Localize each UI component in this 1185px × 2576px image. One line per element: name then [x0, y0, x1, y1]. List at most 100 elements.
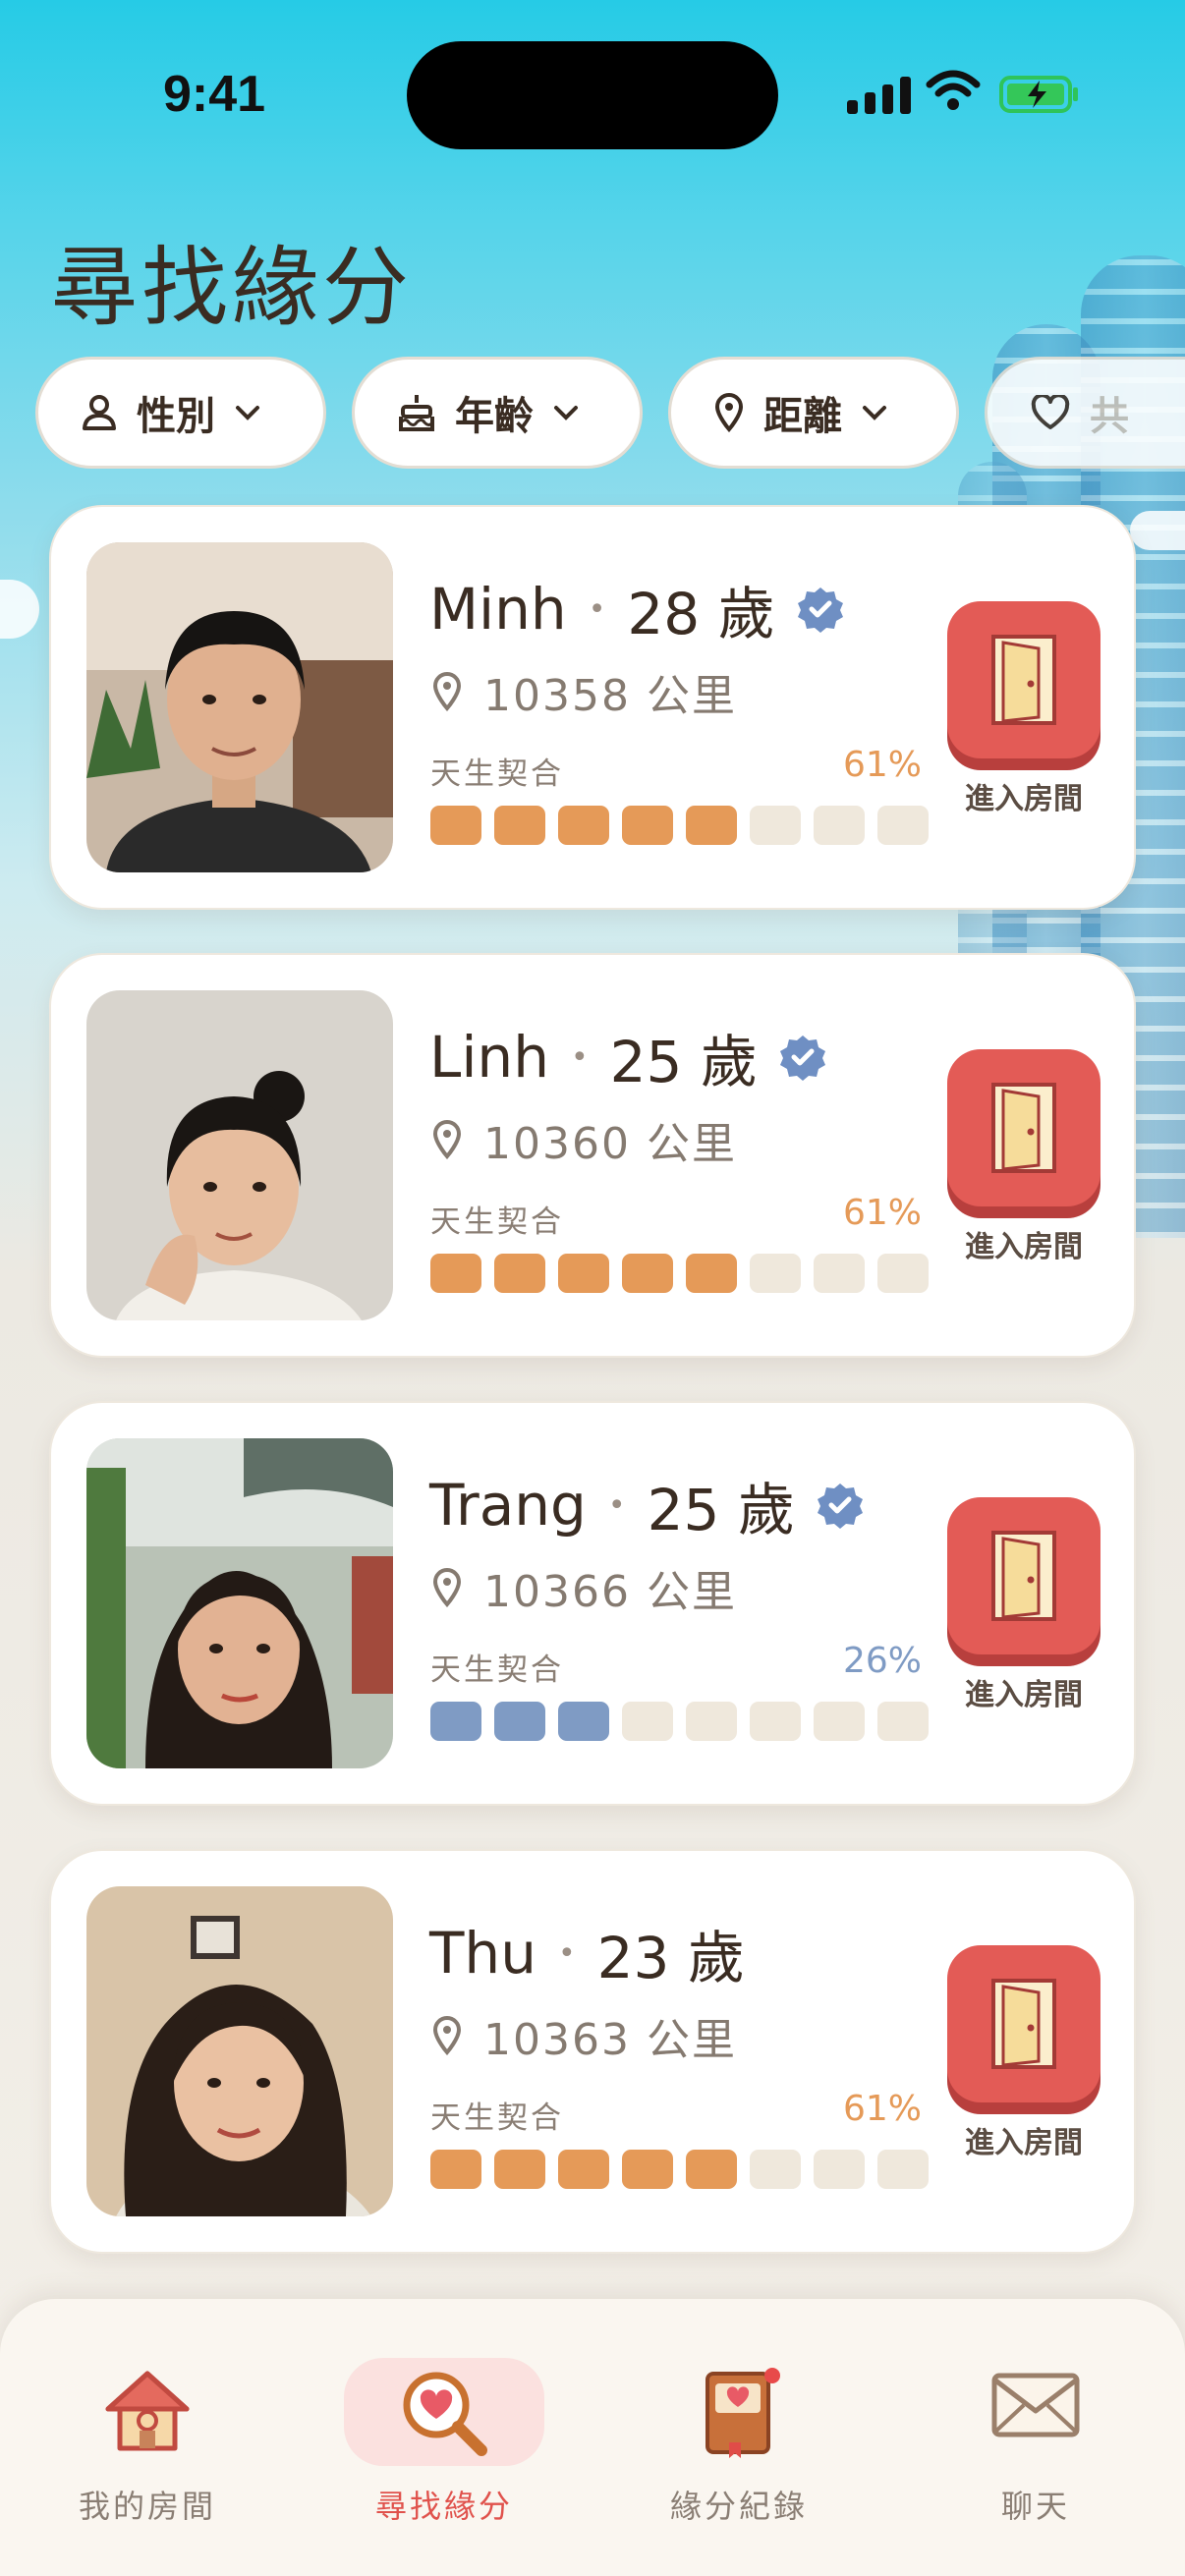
- enter-room-label: 進入房間: [965, 1678, 1083, 1712]
- meter-segment-empty: [750, 1254, 801, 1293]
- meter-segment-filled: [494, 1702, 545, 1741]
- door-icon: [991, 635, 1056, 725]
- meter-segment-filled: [430, 806, 481, 845]
- chevron-down-icon: [863, 406, 886, 420]
- location-pin-icon: [432, 2016, 462, 2055]
- chevron-down-icon: [236, 406, 259, 420]
- meter-segment-filled: [494, 806, 545, 845]
- page-title: 尋找緣分: [51, 237, 414, 338]
- profile-age: 28 歲: [627, 581, 775, 647]
- door-icon: [991, 1979, 1056, 2069]
- filter-distance-label: 距離: [763, 394, 842, 439]
- tab-chat[interactable]: 聊天: [888, 2299, 1183, 2576]
- distance-value: 10358 公里: [483, 671, 737, 721]
- profile-card[interactable]: Thu • 23 歲 10363 公里 天生契合 61% 進入房間: [49, 1849, 1136, 2254]
- distance-row: 10363 公里: [432, 2004, 737, 2067]
- location-pin-icon: [432, 1568, 462, 1607]
- status-time: 9:41: [163, 66, 266, 123]
- profile-name: Minh: [429, 576, 567, 643]
- bottom-tab-bar: 我的房間 尋找緣分 緣分紀錄 聊天: [0, 2299, 1185, 2576]
- meter-segment-filled: [430, 2150, 481, 2189]
- enter-room-button[interactable]: [947, 1497, 1100, 1654]
- distance-row: 10358 公里: [432, 660, 737, 723]
- meter-segment-filled: [622, 806, 673, 845]
- location-pin-icon: [432, 1120, 462, 1159]
- meter-segment-empty: [877, 806, 929, 845]
- verified-badge-icon: [817, 1484, 863, 1529]
- meter-segment-filled: [622, 2150, 673, 2189]
- compatibility-label: 天生契合: [430, 1652, 564, 1688]
- profile-name: Trang: [429, 1472, 587, 1539]
- tab-label: 緣分紀錄: [669, 2488, 808, 2525]
- profile-photo: [86, 1438, 393, 1768]
- profile-age: 25 歲: [609, 1029, 758, 1095]
- magnifier-heart-icon: [403, 2372, 487, 2456]
- filter-gender-chip[interactable]: 性別: [35, 357, 326, 469]
- filter-age-label: 年齡: [455, 394, 534, 439]
- profile-card[interactable]: Minh • 28 歲 10358 公里 天生契合 61% 進入房間: [49, 505, 1136, 910]
- meter-segment-filled: [558, 1702, 609, 1741]
- enter-room-button[interactable]: [947, 1049, 1100, 1206]
- heart-icon: [1031, 395, 1070, 429]
- tab-label: 聊天: [1000, 2488, 1070, 2525]
- house-icon: [105, 2371, 190, 2451]
- meter-segment-empty: [750, 1702, 801, 1741]
- tab-label: 尋找緣分: [374, 2488, 513, 2525]
- tab-match-history[interactable]: 緣分紀錄: [592, 2299, 886, 2576]
- door-icon: [991, 1531, 1056, 1621]
- book-icon: [705, 2368, 780, 2458]
- separator-dot: •: [557, 1935, 576, 1971]
- filter-interest-label: 共: [1090, 394, 1129, 439]
- meter-segment-empty: [877, 1254, 929, 1293]
- status-bar: 9:41: [0, 0, 1185, 187]
- meter-segment-empty: [750, 2150, 801, 2189]
- meter-segment-empty: [686, 1702, 737, 1741]
- meter-segment-empty: [814, 806, 865, 845]
- verified-badge-icon: [779, 1036, 825, 1081]
- meter-segment-empty: [622, 1702, 673, 1741]
- compatibility-label: 天生契合: [430, 2100, 564, 2136]
- notification-badge: [764, 2368, 780, 2383]
- filter-distance-chip[interactable]: 距離: [668, 357, 959, 469]
- profile-photo: [86, 542, 393, 872]
- enter-room-button[interactable]: [947, 1945, 1100, 2102]
- distance-value: 10366 公里: [483, 1567, 737, 1617]
- filter-interest-chip[interactable]: 共: [985, 357, 1185, 469]
- verified-badge-icon: [797, 588, 843, 633]
- enter-room-label: 進入房間: [965, 2126, 1083, 2160]
- enter-room-button[interactable]: [947, 601, 1100, 758]
- profile-age: 25 歲: [647, 1477, 795, 1543]
- meter-segment-filled: [494, 2150, 545, 2189]
- distance-value: 10360 公里: [483, 1119, 737, 1169]
- meter-segment-filled: [558, 1254, 609, 1293]
- enter-room-label: 進入房間: [965, 1230, 1083, 1264]
- wifi-icon: [926, 70, 981, 110]
- battery-charging-icon: [999, 76, 1078, 113]
- chevron-down-icon: [554, 406, 578, 420]
- distance-row: 10360 公里: [432, 1108, 737, 1171]
- compatibility-label: 天生契合: [430, 1204, 564, 1240]
- meter-segment-filled: [494, 1254, 545, 1293]
- filter-gender-label: 性別: [137, 394, 215, 439]
- profile-card[interactable]: Trang • 25 歲 10366 公里 天生契合 26% 進入房間: [49, 1401, 1136, 1806]
- compatibility-label: 天生契合: [430, 756, 564, 792]
- location-pin-icon: [432, 672, 462, 711]
- tab-my-room[interactable]: 我的房間: [0, 2299, 295, 2576]
- profile-name-row: Thu • 23 歲: [429, 1912, 745, 1994]
- meter-segment-filled: [558, 806, 609, 845]
- profile-card[interactable]: Linh • 25 歲 10360 公里 天生契合 61% 進入房間: [49, 953, 1136, 1358]
- profile-name-row: Linh • 25 歲: [429, 1016, 826, 1098]
- meter-segment-empty: [877, 2150, 929, 2189]
- tab-find-match[interactable]: 尋找緣分: [297, 2299, 592, 2576]
- envelope-icon: [991, 2373, 1080, 2437]
- meter-segment-filled: [430, 1702, 481, 1741]
- profile-name: Thu: [429, 1920, 536, 1987]
- cellular-signal-icon: [847, 75, 911, 114]
- profile-photo: [86, 990, 393, 1320]
- profile-name-row: Minh • 28 歲: [429, 568, 844, 650]
- meter-segment-filled: [558, 2150, 609, 2189]
- filter-age-chip[interactable]: 年齡: [352, 357, 643, 469]
- meter-segment-empty: [814, 2150, 865, 2189]
- profile-age: 23 歲: [596, 1925, 745, 1991]
- compatibility-percent: 61%: [842, 745, 922, 785]
